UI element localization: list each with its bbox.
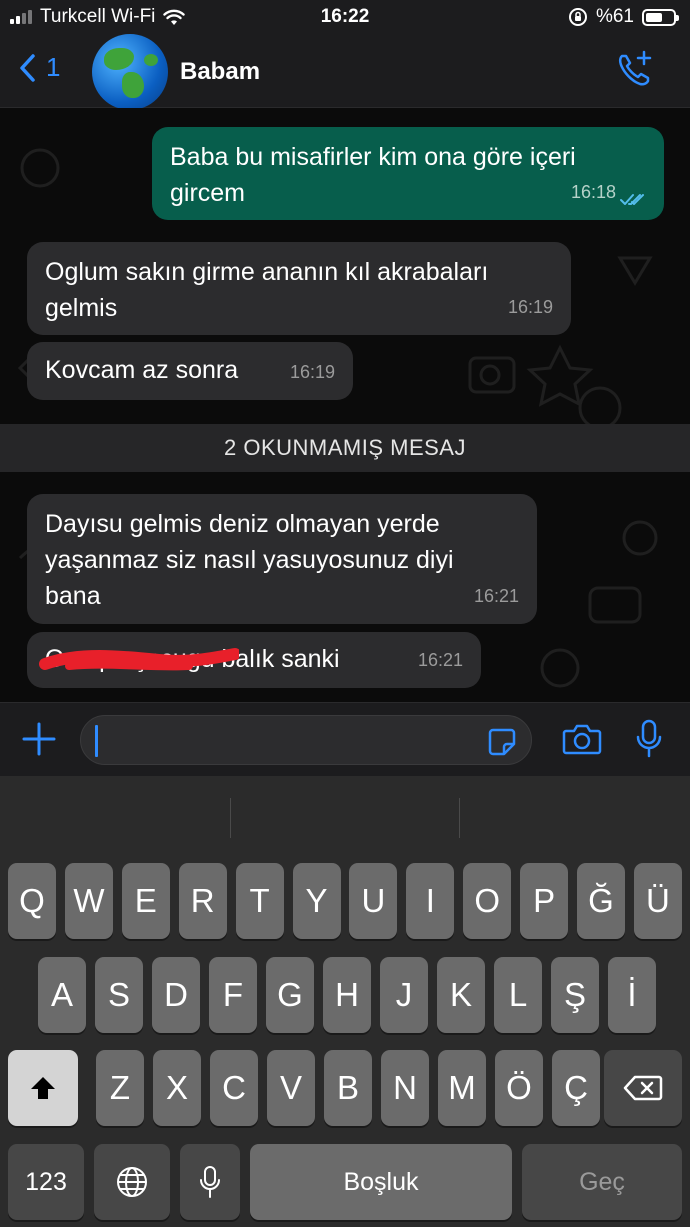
chat-area[interactable]: Baba bu misafirler kim ona göre içeri gi… xyxy=(0,108,690,702)
space-key[interactable]: Boşluk xyxy=(250,1144,512,1220)
double-check-icon xyxy=(620,194,644,205)
globe-icon xyxy=(117,1167,147,1197)
key-s[interactable]: S xyxy=(95,957,143,1033)
message-text: Baba bu misafirler kim ona göre içeri xyxy=(170,143,576,171)
delete-key[interactable] xyxy=(604,1050,682,1126)
unread-messages-banner: 2 OKUNMAMIŞ MESAJ xyxy=(0,424,690,472)
message-input-bar xyxy=(0,702,690,776)
predictive-bar xyxy=(0,776,690,860)
key-b[interactable]: B xyxy=(324,1050,372,1126)
key-w[interactable]: W xyxy=(64,863,113,939)
message-bubble-outgoing[interactable]: Baba bu misafirler kim ona göre içeri gi… xyxy=(152,127,664,220)
contact-avatar[interactable] xyxy=(92,34,168,110)
message-time: 16:19 xyxy=(289,362,335,382)
message-bubble-incoming[interactable]: Oglum sakın girme ananın kıl akrabaları … xyxy=(27,242,571,335)
message-bubble-incoming[interactable]: Orospu çocugu balık sanki 16:21 xyxy=(27,632,481,688)
dictation-key[interactable] xyxy=(180,1144,240,1220)
message-text: Dayısu gelmis deniz olmayan yerde xyxy=(45,510,440,538)
key-i[interactable]: I xyxy=(406,863,455,939)
key-z[interactable]: Z xyxy=(96,1050,144,1126)
key-ö[interactable]: Ö xyxy=(495,1050,543,1126)
phone-add-icon xyxy=(619,50,652,86)
key-ş[interactable]: Ş xyxy=(551,957,599,1033)
key-t[interactable]: T xyxy=(235,863,284,939)
numbers-key[interactable]: 123 xyxy=(8,1144,84,1220)
key-u[interactable]: U xyxy=(349,863,398,939)
battery-percent: %61 xyxy=(595,6,634,27)
voice-record-button[interactable] xyxy=(636,719,662,764)
message-text: Orospu çocugu balık sanki xyxy=(45,645,340,673)
text-caret xyxy=(95,725,98,757)
keyboard: QWERTYUIOPĞÜ ASDFGHJKLŞİ ZXCVBNMÖÇ 123 B… xyxy=(0,776,690,1227)
message-time: 16:19 xyxy=(507,297,553,317)
key-e[interactable]: E xyxy=(121,863,170,939)
message-bubble-incoming[interactable]: Kovcam az sonra 16:19 xyxy=(27,342,353,400)
key-q[interactable]: Q xyxy=(8,863,56,939)
message-bubble-incoming[interactable]: Dayısu gelmis deniz olmayan yerde yaşanm… xyxy=(27,494,537,624)
status-right: %61 xyxy=(568,6,679,28)
message-time: 16:21 xyxy=(417,650,463,670)
key-ç[interactable]: Ç xyxy=(552,1050,600,1126)
key-a[interactable]: A xyxy=(38,957,86,1033)
back-unread-count: 1 xyxy=(46,52,61,82)
message-time: 16:21 xyxy=(473,586,519,606)
key-ü[interactable]: Ü xyxy=(633,863,682,939)
return-key[interactable]: Geç xyxy=(522,1144,682,1220)
key-l[interactable]: L xyxy=(494,957,542,1033)
key-v[interactable]: V xyxy=(267,1050,315,1126)
chat-header: 1 Babam xyxy=(0,34,690,110)
message-text: bana xyxy=(45,582,101,610)
microphone-icon xyxy=(636,719,662,758)
key-ğ[interactable]: Ğ xyxy=(577,863,625,939)
key-p[interactable]: P xyxy=(520,863,569,939)
key-i̇[interactable]: İ xyxy=(608,957,656,1033)
message-text: yaşanmaz siz nasıl yasuyosunuz diyi xyxy=(45,546,454,574)
message-text: gelmis xyxy=(45,294,118,322)
key-g[interactable]: G xyxy=(266,957,314,1033)
back-chevron-icon xyxy=(20,53,35,82)
message-text: Oglum sakın girme ananın kıl akrabaları xyxy=(45,258,489,286)
message-time: 16:18 xyxy=(570,182,616,202)
key-m[interactable]: M xyxy=(438,1050,486,1126)
key-y[interactable]: Y xyxy=(292,863,341,939)
battery-icon xyxy=(642,8,679,26)
contact-name[interactable]: Babam xyxy=(180,58,260,86)
add-call-button[interactable] xyxy=(614,50,654,95)
key-f[interactable]: F xyxy=(209,957,257,1033)
orientation-lock-icon xyxy=(568,8,587,26)
key-n[interactable]: N xyxy=(381,1050,429,1126)
attach-button[interactable] xyxy=(20,720,58,763)
camera-icon xyxy=(562,724,602,755)
message-input[interactable] xyxy=(80,715,532,765)
camera-button[interactable] xyxy=(562,723,602,760)
status-bar: Turkcell Wi-Fi 16:22 %61 xyxy=(0,0,690,34)
key-x[interactable]: X xyxy=(153,1050,201,1126)
key-h[interactable]: H xyxy=(323,957,371,1033)
key-c[interactable]: C xyxy=(210,1050,258,1126)
key-r[interactable]: R xyxy=(178,863,227,939)
delete-icon xyxy=(623,1075,663,1101)
key-o[interactable]: O xyxy=(463,863,512,939)
key-j[interactable]: J xyxy=(380,957,428,1033)
sticker-icon[interactable] xyxy=(487,727,517,757)
key-k[interactable]: K xyxy=(437,957,485,1033)
shift-key[interactable] xyxy=(8,1050,78,1126)
shift-icon xyxy=(31,1077,55,1099)
back-button[interactable]: 1 xyxy=(18,52,60,83)
key-d[interactable]: D xyxy=(152,957,200,1033)
dictation-icon xyxy=(200,1166,220,1198)
plus-icon xyxy=(22,722,56,756)
language-key[interactable] xyxy=(94,1144,170,1220)
